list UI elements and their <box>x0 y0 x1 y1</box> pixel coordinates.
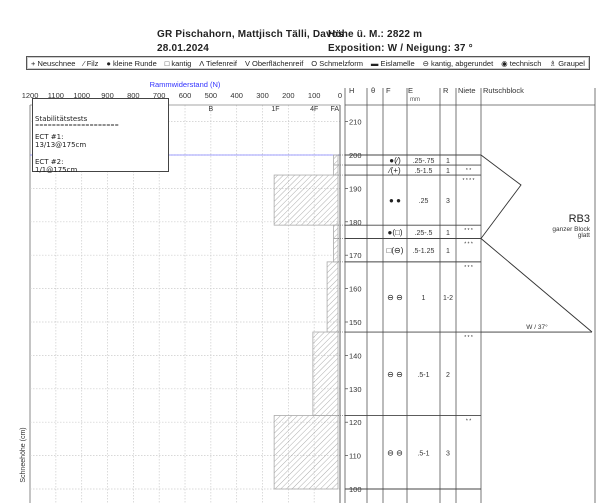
layer-wetness: 2 <box>446 372 450 379</box>
y-tick-label: 120 <box>349 418 362 427</box>
layer-wetness: 1-2 <box>443 295 453 302</box>
table-header-E: E <box>408 86 413 95</box>
layer-grain-form: ●(⁄) <box>389 156 401 165</box>
snow-profile-chart: Rammwiderstand (N)1200110010009008007006… <box>0 0 616 503</box>
rutschblock-surface: glatt <box>578 232 590 239</box>
layer-grain-form: ⁄(+) <box>387 166 401 175</box>
y-tick-label: 210 <box>349 118 362 127</box>
hardness-label: B <box>209 106 214 113</box>
hardness-bar <box>274 416 338 489</box>
ect1-result: 13/13@175cm <box>35 141 166 150</box>
y-tick-label: 110 <box>349 452 361 461</box>
ect2-result: 1/1@175cm <box>35 166 166 175</box>
hardness-bar <box>334 165 338 175</box>
ect2-name: ECT #2: <box>35 158 166 167</box>
layer-niete: * * * <box>464 228 473 234</box>
x-tick-label: 100 <box>308 91 321 100</box>
table-header-e-unit: mm <box>410 97 420 103</box>
y-tick-label: 150 <box>349 318 362 327</box>
x-tick-label: 500 <box>205 91 218 100</box>
table-header-F: F <box>386 86 391 95</box>
hardness-label: 1F <box>271 106 279 113</box>
y-tick-label: 190 <box>349 184 362 193</box>
layer-niete: * * * <box>464 335 473 341</box>
x-tick-label: 200 <box>282 91 295 100</box>
layer-grain-size: .25-.75 <box>413 158 435 165</box>
y-tick-label: 130 <box>349 385 362 394</box>
table-header-niete: Niete <box>458 86 476 95</box>
y-tick-label: 200 <box>349 151 362 160</box>
y-axis-title: Schneehöhe (cm) <box>20 427 27 482</box>
layer-grain-form: □(⊖) <box>387 246 404 255</box>
layer-grain-form: ⊖ ⊖ <box>387 370 403 379</box>
layer-grain-size: .25 <box>419 198 429 205</box>
x-tick-label: 300 <box>256 91 269 100</box>
layer-grain-size: .25-.5 <box>415 230 433 237</box>
layer-wetness: 3 <box>446 198 450 205</box>
rutschblock-slope-label: W / 37° <box>526 323 548 331</box>
hardness-bar <box>274 175 338 225</box>
stability-title: Stabilitätstests <box>35 115 166 124</box>
hardness-bar <box>327 262 338 332</box>
table-header-theta: θ <box>371 86 375 95</box>
ect1-name: ECT #1: <box>35 133 166 142</box>
y-tick-label: 140 <box>349 351 362 360</box>
layer-niete: * * * <box>464 242 473 248</box>
table-header-H: H <box>349 86 354 95</box>
hardness-bar <box>334 225 338 238</box>
hardness-label: FA <box>331 106 340 113</box>
x-axis-title: Rammwiderstand (N) <box>150 80 221 89</box>
layer-grain-form: ●(□) <box>388 228 403 237</box>
x-tick-label: 0 <box>338 91 342 100</box>
layer-niete: * * * <box>464 265 473 271</box>
y-tick-label: 170 <box>349 251 362 260</box>
layer-wetness: 3 <box>446 450 450 457</box>
layer-grain-size: 1 <box>422 295 426 302</box>
rutschblock-diagram <box>481 155 592 332</box>
y-tick-label: 160 <box>349 285 362 294</box>
layer-wetness: 1 <box>446 158 450 165</box>
layer-grain-form: ⊖ ⊖ <box>387 448 403 457</box>
layer-grain-size: .5-1.5 <box>415 168 433 175</box>
rutschblock-score: RB3 <box>569 213 590 225</box>
stability-tests-box: Stabilitätstests ==================== EC… <box>32 98 169 172</box>
hardness-label: 4F <box>310 106 318 113</box>
layer-wetness: 1 <box>446 230 450 237</box>
layer-grain-size: .5-1 <box>417 450 429 457</box>
layer-niete: * * <box>466 168 471 174</box>
hardness-bar <box>334 155 338 165</box>
layer-grain-form: ⊖ ⊖ <box>387 293 403 302</box>
layer-grain-size: .5-1.25 <box>413 248 435 255</box>
layer-wetness: 1 <box>446 248 450 255</box>
layer-niete: * * * * <box>463 178 475 184</box>
table-header-R: R <box>443 86 449 95</box>
layer-grain-form: ● ● <box>389 196 401 205</box>
table-header-rb: Rutschblock <box>483 86 524 95</box>
x-tick-label: 600 <box>179 91 192 100</box>
layer-wetness: 1 <box>446 168 450 175</box>
y-tick-label: 100 <box>349 485 362 494</box>
x-tick-label: 400 <box>230 91 243 100</box>
layer-niete: * * <box>466 419 471 425</box>
hardness-bar <box>334 239 338 262</box>
layer-grain-size: .5-1 <box>417 372 429 379</box>
hardness-bar <box>313 332 338 416</box>
